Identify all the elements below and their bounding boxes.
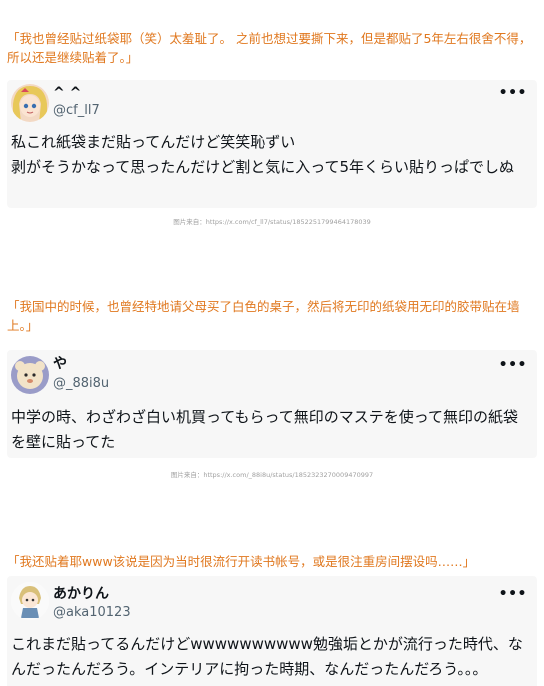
tweet-text: これまだ貼ってるんだけどwwwwwwwwww勉強垢とかが流行った時代、なんだった…	[11, 635, 523, 678]
user-handle[interactable]: @_88i8u	[53, 376, 109, 392]
display-name[interactable]: や	[53, 355, 67, 373]
chibi-character-avatar[interactable]	[11, 582, 49, 620]
tweet-card-2[interactable]: や @_88i8u ••• 中学の時、わざわざ白い机買ってもらって無印のマステを…	[7, 350, 537, 458]
display-name[interactable]: あかりん	[53, 585, 109, 603]
image-source-caption: 图片来自：https://x.com/cf_ll7/status/1852251…	[173, 218, 371, 226]
tweet-card-1[interactable]: ^ ^ @cf_ll7 ••• 私これ紙袋まだ貼ってんだけど笑笑恥ずい 剥がそう…	[7, 80, 537, 208]
quote-text-3: 「我还贴着耶www该说是因为当时很流行开读书帐号，或是很注重房间摆设吗……」	[7, 554, 476, 569]
more-options-button[interactable]: •••	[499, 586, 527, 602]
quote-text-1: 「我也曾经贴过纸袋耶（笑）太羞耻了。 之前也想过要撕下来，但是都贴了5年左右很舍…	[7, 31, 532, 65]
tweet-text: 私これ紙袋まだ貼ってんだけど笑笑恥ずい 剥がそうかなって思ったんだけど割と気に入…	[11, 133, 515, 176]
display-name[interactable]: ^ ^	[53, 84, 81, 102]
tweet-card-3[interactable]: あかりん @aka10123 ••• これまだ貼ってるんだけどwwwwwwwww…	[7, 576, 537, 686]
user-handle[interactable]: @cf_ll7	[53, 103, 100, 119]
quote-text-2: 「我国中的时候，也曾经特地请父母买了白色的桌子，然后将无印的纸袋用无印的胶带贴在…	[7, 299, 520, 333]
anime-girl-avatar[interactable]	[11, 84, 49, 122]
more-options-button[interactable]: •••	[499, 357, 527, 373]
tweet-text: 中学の時、わざわざ白い机買ってもらって無印のマステを使って無印の紙袋を壁に貼って…	[11, 408, 519, 451]
cartoon-animal-avatar[interactable]	[11, 356, 49, 394]
image-source-caption: 图片来自：https://x.com/_88i8u/status/1852323…	[170, 471, 374, 479]
more-options-button[interactable]: •••	[499, 85, 527, 101]
user-handle[interactable]: @aka10123	[53, 605, 131, 621]
